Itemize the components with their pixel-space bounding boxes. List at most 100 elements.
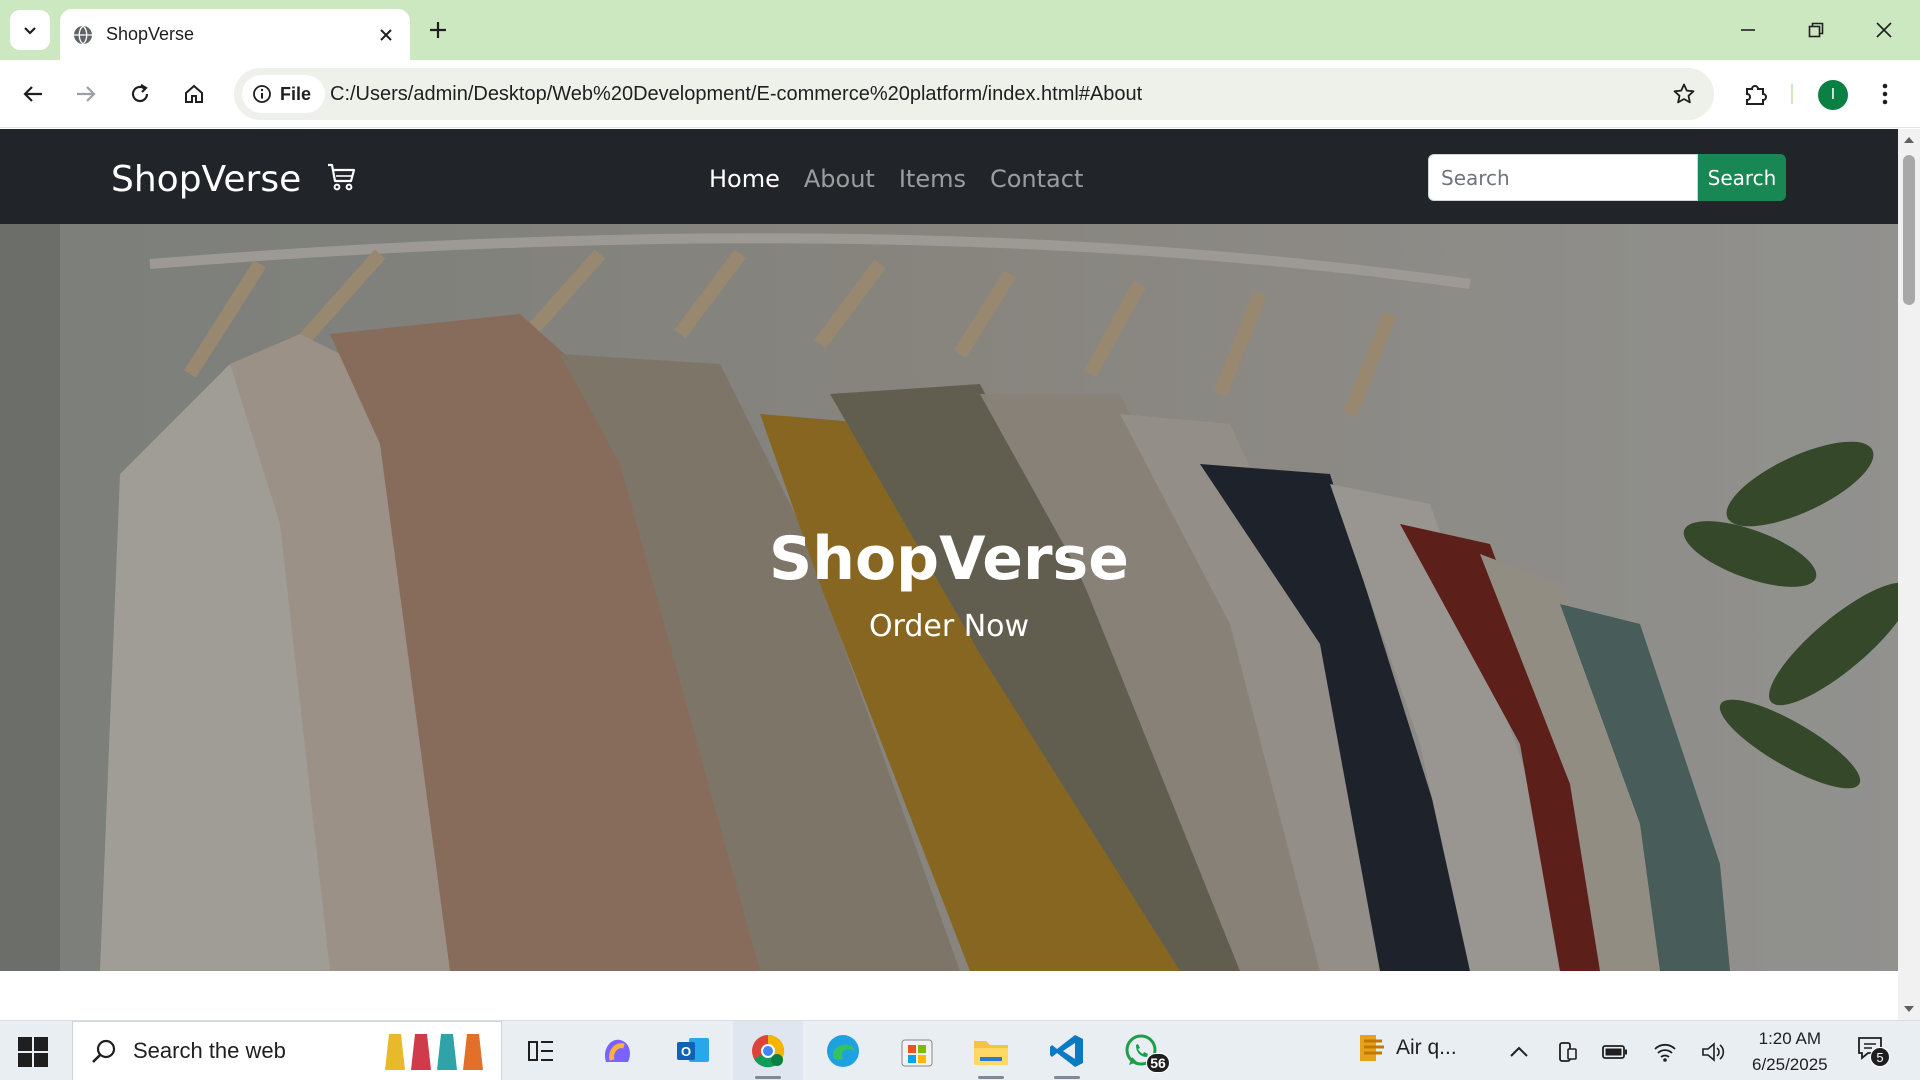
restore-icon	[1808, 22, 1824, 38]
active-app-indicator	[755, 1076, 781, 1079]
tab-close-button[interactable]	[374, 23, 398, 47]
taskbar-outlook[interactable]: O	[658, 1021, 728, 1080]
clock-date: 6/25/2025	[1752, 1055, 1828, 1074]
hero-subtitle[interactable]: Order Now	[0, 609, 1898, 644]
info-icon	[253, 85, 271, 103]
taskbar-search-box[interactable]: Search the web	[72, 1021, 502, 1080]
task-view-icon	[528, 1041, 553, 1061]
nav-link-about[interactable]: About	[804, 165, 875, 193]
site-nav-links: Home About Items Contact	[709, 165, 1083, 193]
store-icon	[901, 1039, 933, 1067]
close-icon	[1876, 22, 1892, 38]
clock-time: 1:20 AM	[1758, 1029, 1821, 1048]
chrome-icon	[752, 1034, 785, 1068]
browser-menu-button[interactable]	[1870, 74, 1900, 114]
home-button[interactable]	[174, 74, 214, 114]
hero-banner: ShopVerse Order Now	[0, 224, 1898, 971]
url-text[interactable]: C:/Users/admin/Desktop/Web%20Development…	[330, 83, 1142, 106]
hero-background-image	[0, 224, 1898, 971]
page-scrollbar[interactable]	[1898, 129, 1920, 1020]
tab-search-button[interactable]	[10, 10, 50, 50]
taskbar-whatsapp[interactable]: 56	[1106, 1021, 1176, 1080]
arrow-left-icon	[23, 86, 42, 102]
notification-count-badge: 5	[1870, 1047, 1890, 1067]
browser-tab-strip: ShopVerse	[0, 0, 1920, 60]
reload-button[interactable]	[120, 74, 160, 114]
site-info-label: File	[280, 83, 312, 104]
new-tab-button[interactable]	[423, 15, 453, 45]
nav-link-items[interactable]: Items	[899, 165, 966, 193]
tray-battery[interactable]	[1602, 1039, 1628, 1065]
taskbar-clock[interactable]: 1:20 AM 6/25/2025	[1752, 1026, 1828, 1078]
tab-title: ShopVerse	[106, 24, 195, 44]
scrollbar-thumb[interactable]	[1903, 155, 1915, 305]
windows-taskbar: Search the web O 56 Air q... 1:20 AM 6/2…	[0, 1020, 1920, 1080]
extensions-button[interactable]	[1736, 74, 1776, 114]
globe-icon	[74, 24, 92, 45]
close-window-button[interactable]	[1864, 10, 1904, 50]
tray-overflow-button[interactable]	[1506, 1039, 1532, 1065]
close-icon	[380, 28, 392, 41]
svg-text:O: O	[681, 1044, 691, 1059]
wifi-icon	[1654, 1043, 1676, 1062]
star-icon	[1673, 83, 1695, 104]
site-navbar: ShopVerse Home About Items Contact Searc…	[0, 129, 1898, 224]
edge-icon	[827, 1035, 859, 1067]
scroll-down-arrow-icon[interactable]	[1903, 1004, 1915, 1014]
site-info-chip[interactable]: File	[242, 75, 326, 113]
search-icon	[92, 1039, 116, 1063]
air-quality-icon	[1360, 1035, 1384, 1061]
plus-icon	[430, 22, 446, 38]
taskbar-file-explorer[interactable]	[956, 1021, 1026, 1080]
vscode-icon	[1050, 1035, 1083, 1067]
speaker-icon	[1702, 1042, 1725, 1062]
cart-icon[interactable]	[326, 161, 358, 193]
profile-avatar[interactable]: I	[1818, 80, 1848, 110]
taskbar-weather-widget[interactable]: Air q...	[1356, 1031, 1457, 1065]
bookmark-button[interactable]	[1670, 80, 1698, 108]
battery-icon	[1602, 1045, 1627, 1059]
nav-link-home[interactable]: Home	[709, 165, 780, 193]
site-search-button[interactable]: Search	[1698, 154, 1786, 201]
site-brand[interactable]: ShopVerse	[111, 159, 301, 200]
folder-icon	[974, 1041, 1008, 1065]
running-app-indicator	[1054, 1076, 1080, 1079]
home-icon	[185, 84, 203, 103]
chevron-down-icon	[24, 27, 36, 35]
phone-link-icon	[1559, 1042, 1577, 1062]
tray-volume[interactable]	[1700, 1039, 1726, 1065]
whatsapp-unread-badge: 56	[1146, 1053, 1170, 1073]
copilot-icon	[604, 1039, 630, 1062]
reload-icon	[131, 84, 149, 103]
weather-label: Air q...	[1396, 1036, 1457, 1059]
hero-title: ShopVerse	[769, 524, 1129, 594]
chevron-up-icon	[1510, 1046, 1528, 1057]
taskbar-microsoft-store[interactable]	[882, 1021, 952, 1080]
scroll-up-arrow-icon[interactable]	[1903, 135, 1915, 145]
search-highlight-illustration	[383, 1030, 495, 1074]
taskbar-edge[interactable]	[808, 1021, 878, 1080]
back-button[interactable]	[13, 74, 53, 114]
tray-phone-link[interactable]	[1554, 1039, 1580, 1065]
puzzle-icon	[1746, 85, 1767, 105]
taskbar-chrome[interactable]	[733, 1021, 803, 1080]
minimize-icon	[1741, 29, 1755, 31]
outlook-icon: O	[677, 1038, 709, 1062]
taskbar-copilot[interactable]	[582, 1021, 652, 1080]
tray-network[interactable]	[1652, 1039, 1678, 1065]
toolbar-divider	[1791, 84, 1793, 104]
notification-center-button[interactable]: 5	[1856, 1035, 1890, 1067]
forward-button[interactable]	[66, 74, 106, 114]
address-bar[interactable]: File C:/Users/admin/Desktop/Web%20Develo…	[234, 68, 1714, 120]
running-app-indicator	[978, 1076, 1004, 1079]
kebab-menu-icon	[1882, 83, 1888, 105]
taskbar-vscode[interactable]	[1032, 1021, 1102, 1080]
taskbar-task-view[interactable]	[506, 1021, 576, 1080]
minimize-button[interactable]	[1728, 10, 1768, 50]
nav-link-contact[interactable]: Contact	[990, 165, 1083, 193]
restore-button[interactable]	[1796, 10, 1836, 50]
taskbar-search-label: Search the web	[133, 1038, 286, 1063]
browser-tab[interactable]: ShopVerse	[60, 9, 410, 60]
windows-start-icon[interactable]	[16, 1035, 50, 1069]
site-search-input[interactable]	[1428, 154, 1698, 201]
